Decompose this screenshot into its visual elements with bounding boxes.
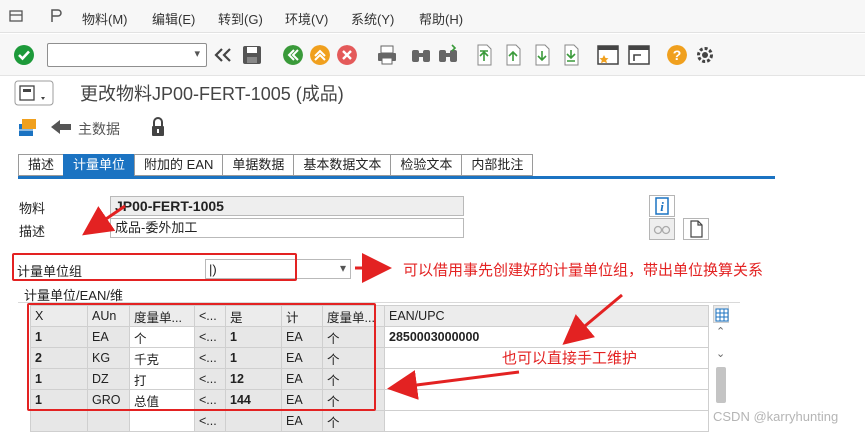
annotation-text-manual: 也可以直接手工维护 [502, 350, 638, 367]
watermark: CSDN @karryhunting [713, 409, 839, 424]
annotation-text-uom-group: 可以借用事先创建好的计量单位组，带出单位换算关系 [403, 262, 764, 279]
arrow-to-manual-note [562, 293, 623, 345]
arrow-to-table [387, 370, 520, 400]
annotation-arrows [82, 204, 623, 400]
arrow-to-tab [82, 204, 126, 236]
